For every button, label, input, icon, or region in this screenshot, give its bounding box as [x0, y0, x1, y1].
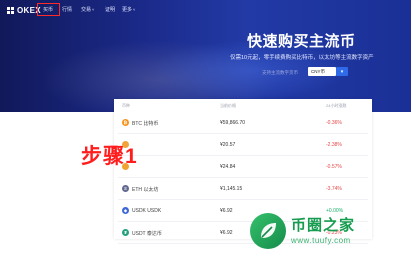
- coin-price: ¥6.92: [220, 208, 233, 214]
- nav-market-label: 行情: [62, 7, 73, 13]
- coin-icon: Ξ: [122, 185, 129, 192]
- coin-glyph: ₮: [124, 230, 127, 235]
- hero-title: 快速购买主流币: [247, 33, 356, 50]
- hero-banner: OKEX 买币 行情 交易˅ 证明 更多˅ 快速购买主流币 仅需10元起，零手续…: [0, 0, 411, 112]
- currency-dropdown-button[interactable]: ▾: [336, 67, 348, 76]
- nav-more[interactable]: 更多˅: [122, 6, 135, 13]
- coin-name: BTC 比特币: [132, 121, 159, 127]
- coin-glyph: Ξ: [124, 186, 127, 191]
- nav-proof[interactable]: 证明: [105, 6, 115, 13]
- caret-down-icon: ▾: [340, 68, 344, 75]
- watermark: 币圈之家 www.tuufy.com: [250, 213, 355, 249]
- currency-label: 支持主流数字货币: [262, 70, 298, 75]
- table-row[interactable]: Ξ ETH 以太坊 ¥1,145.15 -3.74%: [114, 178, 372, 200]
- watermark-title: 币圈之家: [291, 216, 356, 234]
- tuufy-logo-icon: [250, 213, 286, 249]
- coin-price: ¥1,145.15: [220, 186, 243, 192]
- coin-change: -0.57%: [326, 164, 342, 170]
- table-row[interactable]: ¥24.84 -0.57%: [114, 156, 372, 178]
- coin-name: USDK USDK: [132, 208, 162, 214]
- coin-change: -0.36%: [326, 120, 342, 126]
- currency-value: CNY币: [311, 68, 326, 74]
- nav-trade[interactable]: 交易˅: [81, 6, 94, 13]
- coin-icon: ◆: [122, 207, 129, 214]
- coin-price: ¥59,866.70: [220, 120, 246, 126]
- okex-logo[interactable]: OKEX: [7, 6, 41, 15]
- coin-name: ETH 以太坊: [132, 187, 159, 193]
- hero-subtitle: 仅需10元起，零手续费购买比特币，以太坊等主流数字资产: [230, 55, 374, 61]
- okex-logo-icon: [7, 7, 14, 14]
- nav-more-label: 更多: [122, 7, 133, 13]
- coin-name: USDT 泰达币: [132, 231, 162, 237]
- coin-change: -2.38%: [326, 142, 342, 148]
- highlight-box: [37, 3, 60, 16]
- coin-glyph: ₿: [123, 120, 128, 125]
- table-row[interactable]: ¥20.57 -2.38%: [114, 134, 372, 156]
- col-header-change: 24小时涨跌: [326, 103, 347, 108]
- leaf-icon: [261, 223, 276, 238]
- nav-market[interactable]: 行情: [62, 6, 72, 13]
- nav-trade-label: 交易: [81, 7, 92, 13]
- nav-proof-label: 证明: [105, 7, 116, 13]
- coin-price: ¥20.57: [220, 142, 236, 148]
- coin-price: ¥6.92: [220, 230, 233, 236]
- coin-price: ¥24.84: [220, 164, 236, 170]
- table-row[interactable]: ₿ BTC 比特币 ¥59,866.70 -0.36%: [114, 112, 372, 134]
- chevron-down-icon: ˅: [92, 7, 95, 12]
- coin-icon: ₮: [122, 229, 129, 236]
- coin-glyph: ◆: [123, 207, 128, 213]
- coin-icon: ₿: [122, 119, 129, 126]
- col-header-coin: 币种: [122, 103, 130, 108]
- coin-change: -3.74%: [326, 186, 342, 192]
- chevron-down-icon: ˅: [133, 7, 136, 12]
- col-header-price: 当前价格: [220, 103, 236, 108]
- watermark-url: www.tuufy.com: [291, 235, 351, 245]
- currency-select[interactable]: CNY币: [308, 67, 336, 76]
- step-annotation: 步骤1: [81, 145, 138, 168]
